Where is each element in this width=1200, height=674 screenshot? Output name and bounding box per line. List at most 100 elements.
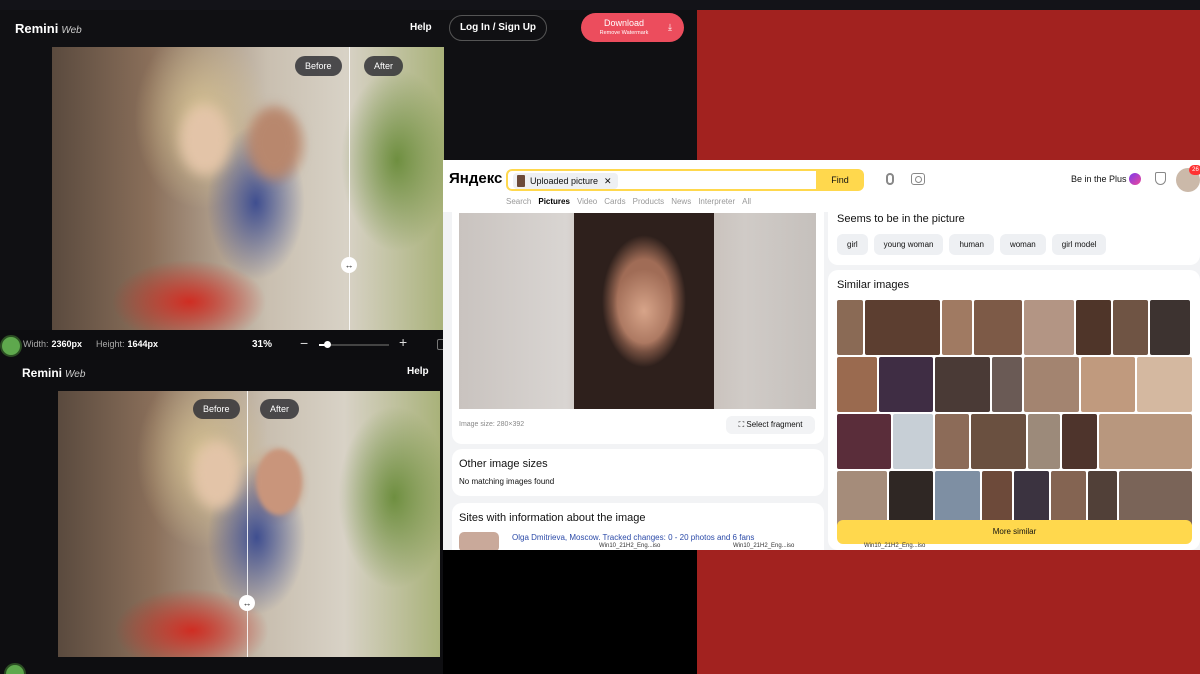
tab-interpreter[interactable]: Interpreter — [698, 197, 735, 206]
similar-image-thumb[interactable] — [837, 471, 887, 526]
notification-badge: 26 — [1189, 165, 1200, 175]
similar-image-thumb[interactable] — [974, 300, 1022, 355]
similar-image-thumb[interactable] — [1027, 414, 1061, 469]
download-item[interactable]: Win10_21H2_Eng...iso — [864, 543, 925, 549]
tab-cards[interactable]: Cards — [604, 197, 625, 206]
similar-image-thumb[interactable] — [878, 357, 934, 412]
assistant-avatar-icon[interactable] — [0, 335, 22, 357]
comparison-image[interactable]: ↔ Before After — [52, 47, 444, 330]
zoom-slider-knob[interactable] — [324, 341, 332, 348]
select-fragment-button[interactable]: ⛶ Select fragment — [726, 416, 815, 434]
similar-image-thumb[interactable] — [1050, 471, 1086, 526]
similar-image-thumb[interactable] — [1113, 300, 1148, 355]
assistant-avatar-icon-bottom[interactable] — [4, 663, 26, 674]
site-result-link[interactable]: Olga Dmitrieva, Moscow. Tracked changes:… — [512, 533, 754, 542]
similar-image-thumb[interactable] — [992, 357, 1022, 412]
after-label-bottom: After — [260, 399, 300, 419]
tag-list: girl young woman human woman girl model — [837, 234, 1107, 255]
download-item[interactable]: Win10_21H2_Eng...iso — [733, 543, 794, 549]
divider-handle-icon-bottom[interactable]: ↔ — [239, 595, 255, 611]
similar-image-thumb[interactable] — [1076, 300, 1111, 355]
similar-image-thumb[interactable] — [1080, 357, 1136, 412]
more-similar-button[interactable]: More similar — [837, 520, 1192, 544]
uploaded-image-preview — [459, 213, 816, 409]
tag-item[interactable]: human — [949, 234, 994, 255]
divider-handle-icon[interactable]: ↔ — [341, 257, 357, 273]
tab-video[interactable]: Video — [577, 197, 597, 206]
similar-image-thumb[interactable] — [935, 471, 981, 526]
similar-image-thumb[interactable] — [942, 300, 972, 355]
similar-image-thumb[interactable] — [837, 357, 877, 412]
camera-search-icon[interactable] — [911, 173, 925, 185]
similar-image-thumb[interactable] — [1024, 300, 1074, 355]
site-thumbnail[interactable] — [459, 532, 499, 550]
similar-image-thumb[interactable] — [1119, 471, 1192, 526]
comparison-divider-bottom[interactable] — [247, 391, 248, 657]
uploaded-picture-chip[interactable]: Uploaded picture ✕ — [513, 173, 618, 189]
tab-news[interactable]: News — [671, 197, 691, 206]
shield-icon[interactable] — [1155, 172, 1166, 185]
similar-image-thumb[interactable] — [1137, 357, 1193, 412]
find-button[interactable]: Find — [816, 169, 864, 191]
other-sizes-card: Other image sizes No matching images fou… — [452, 449, 824, 496]
login-signup-button[interactable]: Log In / Sign Up — [449, 15, 547, 41]
screen: Remini Web Help Log In / Sign Up Download… — [0, 0, 1200, 674]
download-item[interactable]: Win10_21H2_Eng...iso — [599, 543, 660, 549]
download-button[interactable]: Download Remove Watermark ⤓ — [581, 13, 684, 42]
face-image — [574, 213, 714, 409]
similar-image-thumb[interactable] — [893, 414, 933, 469]
tab-all[interactable]: All — [742, 197, 751, 206]
width-label: Width: — [23, 339, 49, 349]
service-tabs: Search Pictures Video Cards Products New… — [506, 197, 758, 206]
similar-image-thumb[interactable] — [971, 414, 1026, 469]
remini-logo-bottom[interactable]: Remini Web — [22, 366, 85, 380]
tag-item[interactable]: young woman — [873, 234, 944, 255]
brand-suffix: Web — [61, 25, 82, 36]
similar-image-thumb[interactable] — [1150, 300, 1190, 355]
tab-search[interactable]: Search — [506, 197, 531, 206]
similar-image-thumb[interactable] — [982, 471, 1012, 526]
search-box[interactable]: Uploaded picture ✕ Find — [506, 169, 864, 191]
comparison-image-bottom[interactable]: ↔ Before After — [58, 391, 440, 657]
help-link-bottom[interactable]: Help — [407, 366, 429, 377]
remini-logo[interactable]: Remini Web — [15, 21, 82, 36]
close-icon[interactable]: ✕ — [604, 176, 612, 186]
similar-image-thumb[interactable] — [1087, 471, 1118, 526]
similar-image-thumb[interactable] — [1062, 414, 1098, 469]
microphone-icon[interactable] — [886, 173, 894, 185]
before-label: Before — [295, 56, 342, 76]
zoom-out-button[interactable]: − — [300, 335, 308, 351]
zoom-slider[interactable] — [319, 341, 389, 348]
width-value: 2360px — [51, 339, 83, 349]
height-info: Height: 1644px — [96, 339, 158, 349]
similar-image-thumb[interactable] — [837, 300, 863, 355]
download-label: Download — [603, 18, 645, 28]
tab-pictures[interactable]: Pictures — [538, 197, 570, 206]
comparison-divider[interactable] — [349, 47, 350, 330]
similar-images-grid — [837, 300, 1193, 528]
grid-row — [837, 471, 1192, 526]
tag-item[interactable]: girl model — [1051, 234, 1107, 255]
similar-image-thumb[interactable] — [888, 471, 934, 526]
top-strip — [0, 0, 1200, 10]
yandex-logo[interactable]: Яндекс — [449, 170, 502, 187]
similar-image-thumb[interactable] — [1099, 414, 1192, 469]
tag-item[interactable]: girl — [837, 234, 868, 255]
image-size-label: Image size: 280×392 — [459, 421, 525, 428]
similar-image-thumb[interactable] — [1023, 357, 1079, 412]
tab-products[interactable]: Products — [633, 197, 665, 206]
plus-link[interactable]: Be in the Plus — [1071, 174, 1127, 184]
photo-scene — [52, 47, 444, 330]
tag-item[interactable]: woman — [999, 234, 1046, 255]
zoom-in-button[interactable]: + — [399, 334, 407, 350]
similar-image-thumb[interactable] — [1014, 471, 1049, 526]
download-icon: ⤓ — [668, 22, 672, 32]
brand-suffix-bottom: Web — [65, 369, 86, 380]
zoom-value: 31% — [252, 339, 273, 350]
similar-image-thumb[interactable] — [865, 300, 940, 355]
help-link[interactable]: Help — [410, 22, 432, 33]
similar-image-thumb[interactable] — [837, 414, 892, 469]
similar-image-thumb[interactable] — [934, 414, 970, 469]
similar-image-thumb[interactable] — [935, 357, 991, 412]
plus-icon — [1129, 173, 1141, 185]
